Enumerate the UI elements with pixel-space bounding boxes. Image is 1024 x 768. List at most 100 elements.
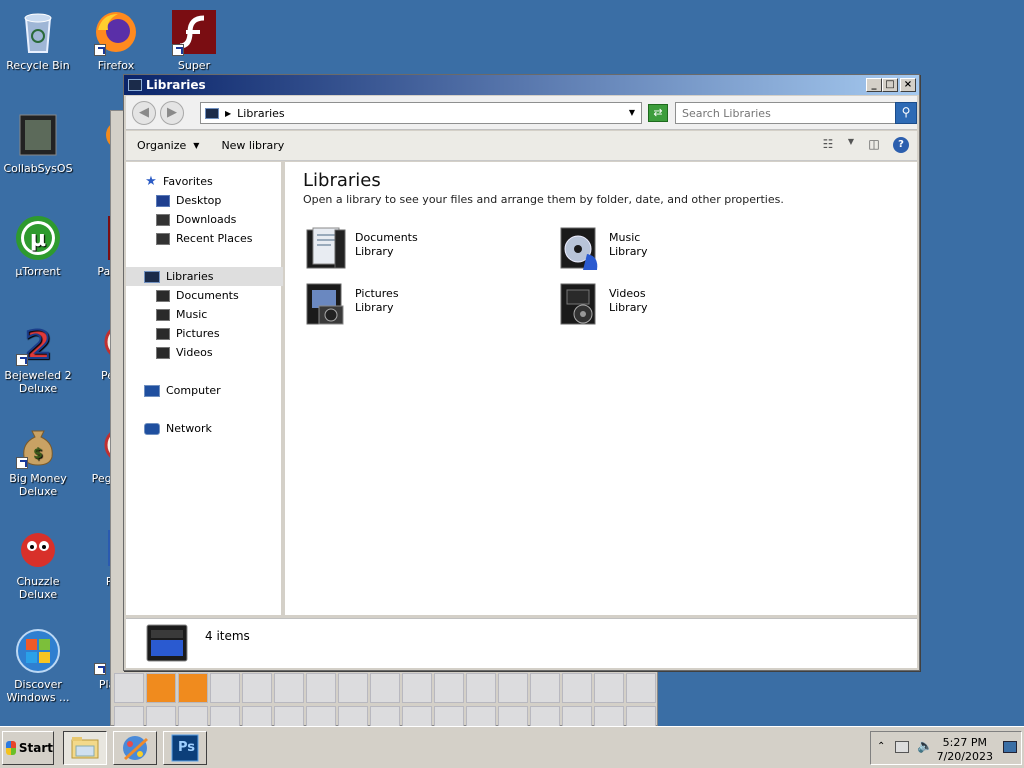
- show-desktop-icon[interactable]: [1003, 741, 1017, 753]
- desktop-icon-firefox[interactable]: Firefox: [78, 8, 154, 72]
- desktop-icon-label: Bejeweled 2 Deluxe: [4, 369, 72, 395]
- preview-pane-button[interactable]: ◫: [865, 137, 883, 153]
- nav-item-recent-places[interactable]: Recent Places: [126, 229, 283, 248]
- clock-date: 7/20/2023: [936, 750, 993, 763]
- libraries-window[interactable]: Libraries _ □ × ◀ ▶ ▶ Libraries ▼ ⇄ ⚲ Or…: [123, 74, 920, 671]
- library-item-music[interactable]: Music Library: [559, 226, 647, 270]
- game-grid-cell[interactable]: [402, 673, 432, 703]
- change-view-button[interactable]: ☷: [819, 137, 837, 153]
- downloads-icon: [156, 213, 170, 226]
- game-grid-cell[interactable]: [594, 673, 624, 703]
- shortcut-arrow-icon: [94, 44, 106, 56]
- game-grid-cell[interactable]: [370, 673, 400, 703]
- folder-icon: [71, 737, 99, 759]
- library-name: Documents: [355, 231, 418, 244]
- game-grid-cell[interactable]: [434, 673, 464, 703]
- help-icon: ?: [898, 139, 904, 150]
- back-button[interactable]: ◀: [132, 101, 156, 125]
- game-grid-cell[interactable]: [466, 673, 496, 703]
- search-box[interactable]: ⚲: [675, 102, 917, 124]
- desktop-icon-recycle-bin[interactable]: Recycle Bin: [0, 8, 76, 72]
- address-dropdown-icon[interactable]: ▼: [629, 108, 635, 117]
- paint-icon: [123, 736, 148, 760]
- refresh-button[interactable]: ⇄: [648, 104, 668, 122]
- music-icon: [156, 308, 170, 321]
- nav-item-desktop[interactable]: Desktop: [126, 191, 283, 210]
- search-button[interactable]: ⚲: [895, 102, 917, 124]
- library-item-videos[interactable]: Videos Library: [559, 282, 647, 326]
- library-item-documents[interactable]: Documents Library: [305, 226, 418, 270]
- view-options-dropdown[interactable]: ▼: [847, 137, 855, 153]
- game-grid-cell[interactable]: [242, 673, 272, 703]
- taskbar-paint-button[interactable]: [113, 731, 157, 765]
- taskbar-explorer-button[interactable]: [63, 731, 107, 765]
- nav-item-network[interactable]: Network: [126, 419, 283, 438]
- content-pane: Libraries Open a library to see your fil…: [285, 162, 917, 615]
- desktop-icon-label: Recycle Bin: [6, 59, 70, 72]
- forward-button[interactable]: ▶: [160, 101, 184, 125]
- nav-item-favorites[interactable]: ★ Favorites: [126, 172, 283, 191]
- desktop-icon-collabsysos[interactable]: CollabSysOS: [0, 111, 76, 175]
- breadcrumb-chevron-icon[interactable]: ▶: [225, 109, 231, 118]
- game-grid-cell[interactable]: [114, 673, 144, 703]
- start-button[interactable]: Start: [2, 731, 54, 765]
- minimize-button[interactable]: _: [866, 78, 882, 92]
- game-grid-cell[interactable]: [210, 673, 240, 703]
- game-grid-cell[interactable]: [626, 673, 656, 703]
- desktop-icon: [156, 194, 170, 207]
- library-type: Library: [609, 245, 648, 258]
- address-bar[interactable]: ▶ Libraries ▼: [200, 102, 642, 124]
- game-grid-cell[interactable]: [562, 673, 592, 703]
- game-grid-cell[interactable]: [498, 673, 528, 703]
- chevron-down-icon: ▼: [193, 141, 200, 150]
- game-grid-cell[interactable]: [530, 673, 560, 703]
- nav-item-downloads[interactable]: Downloads: [126, 210, 283, 229]
- svg-text:2: 2: [25, 323, 51, 366]
- nav-item-libraries[interactable]: Libraries: [126, 267, 283, 286]
- nav-label: Recent Places: [176, 232, 253, 245]
- organize-button[interactable]: Organize ▼: [126, 131, 210, 161]
- nav-item-videos[interactable]: Videos: [126, 343, 283, 362]
- game-grid-row: [114, 673, 656, 703]
- desktop-icon-utorrent[interactable]: µ µTorrent: [0, 214, 76, 278]
- desktop-icon-label: Discover Windows ...: [6, 678, 70, 704]
- game-grid-cell[interactable]: [306, 673, 336, 703]
- volume-muted-icon[interactable]: 🔈: [917, 739, 933, 754]
- videos-icon: [156, 346, 170, 359]
- game-grid-cell[interactable]: [274, 673, 304, 703]
- nav-item-music[interactable]: Music: [126, 305, 283, 324]
- organize-label: Organize: [137, 139, 187, 152]
- windows-flag-icon: [6, 741, 16, 755]
- desktop-icon-label: CollabSysOS: [3, 162, 73, 175]
- help-button[interactable]: ?: [893, 137, 909, 153]
- desktop-icon-big-money[interactable]: $ Big Money Deluxe: [0, 421, 76, 498]
- desktop-icon-chuzzle[interactable]: Chuzzle Deluxe: [0, 524, 76, 601]
- show-hidden-icons-chevron-icon[interactable]: ⌃: [877, 741, 885, 752]
- page-title: Libraries: [303, 170, 381, 191]
- desktop-icon-bejeweled[interactable]: 2 Bejeweled 2 Deluxe: [0, 318, 76, 395]
- nav-label: Music: [176, 308, 208, 321]
- refresh-icon: ⇄: [653, 106, 663, 119]
- shortcut-arrow-icon: [172, 44, 184, 56]
- library-name: Videos: [609, 287, 646, 300]
- game-grid-cell[interactable]: [178, 673, 208, 703]
- close-button[interactable]: ×: [900, 78, 916, 92]
- network-icon: [144, 422, 160, 435]
- game-grid-cell[interactable]: [338, 673, 368, 703]
- breadcrumb-libraries[interactable]: Libraries: [237, 107, 285, 120]
- search-input[interactable]: [682, 106, 892, 120]
- title-bar[interactable]: Libraries _ □ ×: [124, 75, 919, 95]
- new-library-button[interactable]: New library: [210, 131, 295, 161]
- network-tray-icon[interactable]: [895, 741, 909, 753]
- nav-item-pictures[interactable]: Pictures: [126, 324, 283, 343]
- game-grid-cell[interactable]: [146, 673, 176, 703]
- library-name: Music: [609, 231, 641, 244]
- clock[interactable]: 5:27 PM 7/20/2023: [937, 736, 993, 764]
- maximize-button[interactable]: □: [882, 78, 898, 92]
- library-item-pictures[interactable]: Pictures Library: [305, 282, 399, 326]
- desktop-icon-discover-windows[interactable]: Discover Windows ...: [0, 627, 76, 704]
- taskbar-photoshop-button[interactable]: Ps: [163, 731, 207, 765]
- navigation-pane: ★ Favorites Desktop Downloads Recent Pla…: [126, 162, 283, 615]
- nav-item-computer[interactable]: Computer: [126, 381, 283, 400]
- nav-item-documents[interactable]: Documents: [126, 286, 283, 305]
